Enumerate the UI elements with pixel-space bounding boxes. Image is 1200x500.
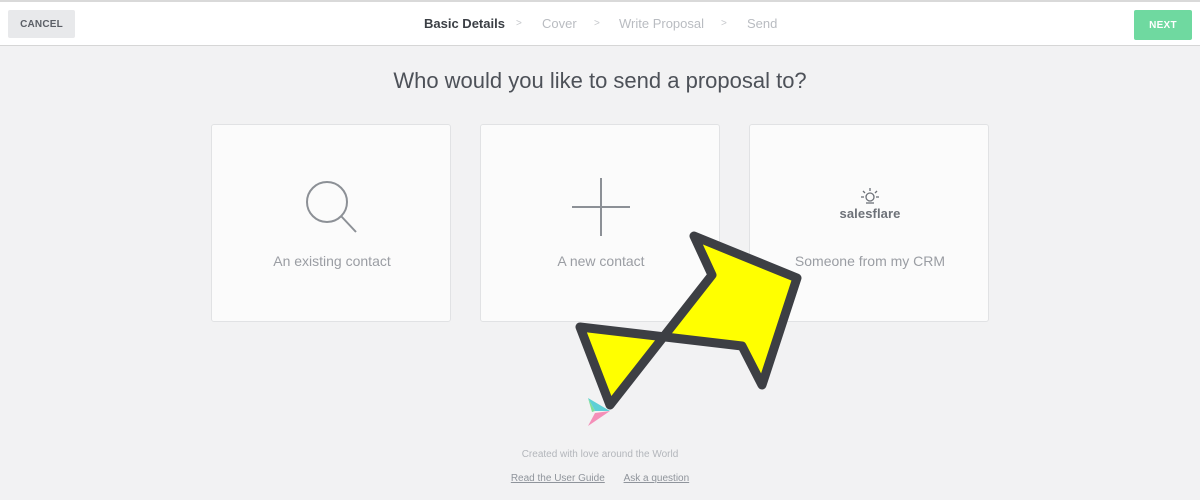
ask-question-link[interactable]: Ask a question: [624, 473, 690, 484]
user-guide-link[interactable]: Read the User Guide: [511, 473, 605, 484]
option-existing-contact[interactable]: An existing contact: [211, 124, 451, 322]
flare-icon: [861, 188, 879, 204]
step-separator: >: [594, 18, 600, 29]
salesflare-logo: salesflare: [750, 187, 990, 221]
top-bar: CANCEL Basic Details > Cover > Write Pro…: [0, 0, 1200, 46]
plus-icon: [481, 175, 721, 239]
page-title: Who would you like to send a proposal to…: [393, 68, 807, 93]
salesflare-wordmark: salesflare: [839, 206, 901, 221]
step-separator: >: [516, 18, 522, 29]
step-write-proposal[interactable]: Write Proposal: [619, 16, 704, 31]
step-send[interactable]: Send: [747, 16, 777, 31]
step-basic-details[interactable]: Basic Details: [424, 16, 505, 31]
option-label: Someone from my CRM: [794, 253, 946, 269]
option-crm[interactable]: salesflare Someone from my CRM: [749, 124, 989, 322]
option-new-contact[interactable]: A new contact: [480, 124, 720, 322]
step-breadcrumb: Basic Details > Cover > Write Proposal >…: [0, 2, 1200, 46]
app-logo-icon: [588, 398, 610, 426]
option-label: A new contact: [557, 253, 645, 269]
footer-tagline: Created with love around the World: [521, 449, 679, 460]
step-separator: >: [721, 18, 727, 29]
option-label: An existing contact: [273, 253, 391, 269]
step-cover[interactable]: Cover: [542, 16, 577, 31]
search-icon: [212, 175, 452, 239]
footer-links: Read the User Guide Ask a question: [0, 473, 1200, 484]
next-button[interactable]: NEXT: [1134, 10, 1192, 40]
